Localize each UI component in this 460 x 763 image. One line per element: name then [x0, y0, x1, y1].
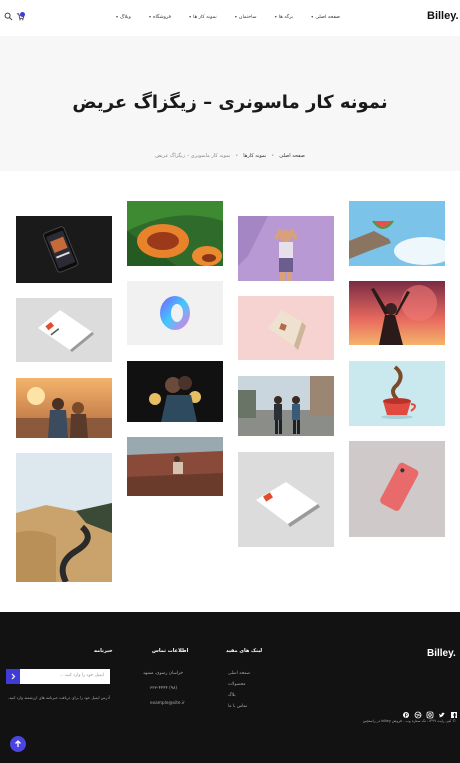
papaya-photo[interactable] [127, 201, 223, 266]
newsletter-placeholder: ایمیل خود را وارد کنید ... [59, 673, 104, 678]
back-to-top-button[interactable] [10, 736, 26, 752]
breadcrumb-current: نمونه کار ماسونری – زیگزاگ عریض [155, 153, 231, 159]
girl-sunset-photo[interactable] [349, 281, 445, 345]
couple-field-photo[interactable] [127, 437, 223, 496]
nav-item-pages[interactable]: برگه ها▾ [275, 14, 293, 20]
search-icon[interactable] [4, 12, 13, 21]
woman-purple-photo[interactable] [238, 216, 334, 281]
footer-link-products[interactable]: محصولات [228, 682, 246, 687]
pinterest-icon[interactable] [402, 704, 410, 718]
dribbble-icon[interactable] [414, 704, 422, 719]
twitter-icon[interactable] [438, 704, 446, 718]
chevron-right-icon [11, 673, 16, 680]
sparklers-photo[interactable] [127, 361, 223, 422]
nav-item-blog[interactable]: وبلاگ▾ [116, 14, 131, 20]
road-hills-photo[interactable] [16, 453, 112, 582]
contact-info-title: اطلاعات تماس [152, 648, 189, 654]
newsletter-submit-button[interactable] [6, 669, 20, 684]
arrow-up-icon [15, 740, 21, 747]
couple-street-photo[interactable] [238, 376, 334, 436]
couple-sunset-photo[interactable] [16, 378, 112, 438]
site-logo[interactable]: Billey. [427, 10, 459, 22]
contact-phone: (۹۸) ۳۳۳-۴۴۴۴ [150, 686, 178, 691]
card-mockup-2-photo[interactable] [238, 452, 334, 547]
page-hero: نمونه کار ماسونری – زیگزاگ عریض صفحه اصل… [0, 36, 460, 171]
nav-item-portfolio[interactable]: نمونه کار ها▾ [189, 14, 217, 20]
newsletter-title: خبرنامه [94, 648, 113, 654]
card-mockup-photo[interactable] [16, 298, 112, 362]
page-title: نمونه کار ماسونری – زیگزاگ عریض [72, 92, 388, 113]
pink-phone-photo[interactable] [349, 441, 445, 537]
phone-on-dark-photo[interactable] [16, 216, 112, 283]
breadcrumb-portfolio[interactable]: نمونه کارها [243, 153, 266, 159]
newsletter-description: آدرس ایمیل خود را برای دریافت خبرنامه ها… [8, 695, 110, 700]
facebook-icon[interactable] [450, 704, 458, 718]
footer-link-home[interactable]: صفحه اصلی [228, 671, 250, 676]
copyright-text: © کپی رایت ۱۳۹۹، تک ستاره وب - فروش bill… [362, 719, 456, 723]
footer-logo[interactable]: Billey. [427, 648, 456, 659]
breadcrumb: صفحه اصلی•نمونه کارها•نمونه کار ماسونری … [155, 153, 305, 159]
holographic-ring-photo[interactable] [127, 281, 223, 345]
cup-splash-photo[interactable] [349, 361, 445, 426]
instagram-icon[interactable] [426, 704, 434, 719]
contact-email: example@site.ir [150, 701, 185, 706]
nav-item-shop[interactable]: فروشگاه▾ [149, 14, 171, 20]
cart-count-badge [20, 12, 25, 17]
watermelon-sky-photo[interactable] [349, 201, 445, 266]
footer-link-blog[interactable]: بلاگ [228, 693, 236, 698]
site-footer: Billey. © کپی رایت ۱۳۹۹، تک ستاره وب - ف… [0, 612, 460, 763]
newsletter-email-input[interactable]: ایمیل خود را وارد کنید ... [6, 669, 110, 684]
nav-item-home[interactable]: صفحه اصلی▾ [311, 14, 340, 20]
breadcrumb-home[interactable]: صفحه اصلی [279, 153, 305, 159]
social-links [402, 704, 458, 719]
main-nav: صفحه اصلی▾ برگه ها▾ ساختمان▾ نمونه کار ه… [116, 14, 340, 20]
nav-item-building[interactable]: ساختمان▾ [235, 14, 257, 20]
box-pink-photo[interactable] [238, 296, 334, 360]
footer-link-contact[interactable]: تماس با ما [228, 704, 247, 709]
contact-address: خراسان رضوی، مشهد [143, 671, 184, 676]
site-header: صفحه اصلی▾ برگه ها▾ ساختمان▾ نمونه کار ه… [0, 0, 460, 36]
useful-links-title: لینک های مفید [226, 648, 263, 654]
